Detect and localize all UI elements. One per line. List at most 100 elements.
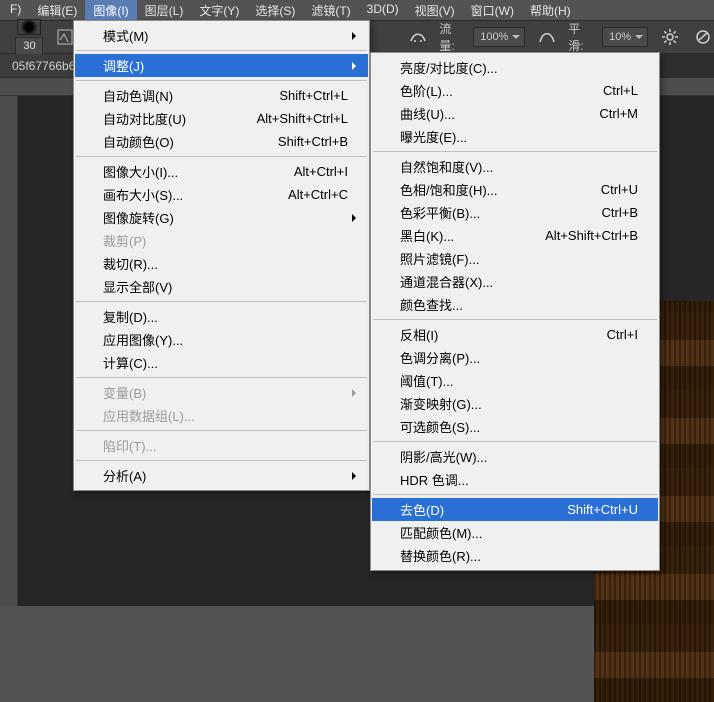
brush-preview[interactable]: [17, 19, 41, 35]
adjust-menu-item-16[interactable]: 渐变映射(G)...: [372, 392, 658, 415]
menu-item-label: 去色(D): [400, 500, 543, 519]
image-menu-separator: [76, 460, 367, 461]
image-menu-item-4[interactable]: 自动色调(N)Shift+Ctrl+L: [75, 84, 368, 107]
adjust-menu-item-0[interactable]: 亮度/对比度(C)...: [372, 56, 658, 79]
menu-select[interactable]: 选择(S): [247, 0, 303, 20]
menu-item-shortcut: Ctrl+U: [601, 182, 638, 197]
adjust-menu-item-15[interactable]: 阈值(T)...: [372, 369, 658, 392]
image-menu-separator: [76, 377, 367, 378]
menu-item-shortcut: Ctrl+I: [607, 327, 638, 342]
menu-window[interactable]: 窗口(W): [463, 0, 522, 20]
adjust-menu-item-17[interactable]: 可选颜色(S)...: [372, 415, 658, 438]
adjust-menu-item-22[interactable]: 去色(D) Shift+Ctrl+U: [372, 498, 658, 521]
menu-item-label: 色相/饱和度(H)...: [400, 180, 577, 199]
menu-item-label: 渐变映射(G)...: [400, 394, 638, 413]
adjust-menu-separator: [373, 441, 657, 442]
adjust-menu-item-19[interactable]: 阴影/高光(W)...: [372, 445, 658, 468]
menu-file[interactable]: F): [2, 0, 29, 20]
menu-item-shortcut: Ctrl+B: [602, 205, 638, 220]
image-menu-item-0[interactable]: 模式(M): [75, 24, 368, 47]
adjust-menu-item-3[interactable]: 曝光度(E)...: [372, 125, 658, 148]
image-menu-item-11: 裁剪(P): [75, 229, 368, 252]
menu-layer[interactable]: 图层(L): [137, 0, 192, 20]
menu-item-shortcut: Shift+Ctrl+U: [567, 502, 638, 517]
menu-view[interactable]: 视图(V): [407, 0, 463, 20]
menu-image[interactable]: 图像(I): [85, 0, 136, 20]
menu-item-label: 阴影/高光(W)...: [400, 447, 638, 466]
smooth-dropdown[interactable]: 10%: [602, 27, 648, 47]
brush-size-value[interactable]: 30: [15, 37, 43, 55]
adjust-menu-item-20[interactable]: HDR 色调...: [372, 468, 658, 491]
pressure-opacity-icon[interactable]: [535, 26, 558, 48]
adjust-menu-item-10[interactable]: 通道混合器(X)...: [372, 270, 658, 293]
menu-item-label: 自动对比度(U): [103, 109, 233, 128]
menu-item-label: 计算(C)...: [103, 353, 348, 372]
adjust-menu-item-6[interactable]: 色相/饱和度(H)... Ctrl+U: [372, 178, 658, 201]
adjust-menu-item-8[interactable]: 黑白(K)... Alt+Shift+Ctrl+B: [372, 224, 658, 247]
menu-item-label: 色调分离(P)...: [400, 348, 638, 367]
image-menu-item-16[interactable]: 应用图像(Y)...: [75, 328, 368, 351]
menu-item-label: 匹配颜色(M)...: [400, 523, 638, 542]
image-menu-item-20: 应用数据组(L)...: [75, 404, 368, 427]
menu-filter[interactable]: 滤镜(T): [303, 0, 358, 20]
image-menu-separator: [76, 156, 367, 157]
document-image: [594, 551, 714, 702]
adjust-menu-separator: [373, 151, 657, 152]
menu-item-label: 裁切(R)...: [103, 254, 348, 273]
menu-item-label: 黑白(K)...: [400, 226, 521, 245]
adjust-menu-item-1[interactable]: 色阶(L)...Ctrl+L: [372, 79, 658, 102]
image-menu-item-6[interactable]: 自动颜色(O)Shift+Ctrl+B: [75, 130, 368, 153]
adjust-menu-item-24[interactable]: 替换颜色(R)...: [372, 544, 658, 567]
adjust-menu-item-23[interactable]: 匹配颜色(M)...: [372, 521, 658, 544]
image-menu-item-24[interactable]: 分析(A): [75, 464, 368, 487]
menu-item-label: 色彩平衡(B)...: [400, 203, 578, 222]
menu-item-label: 通道混合器(X)...: [400, 272, 638, 291]
airbrush-icon[interactable]: [406, 26, 429, 48]
menu-item-shortcut: Alt+Shift+Ctrl+L: [257, 111, 348, 126]
menu-item-label: 自动色调(N): [103, 86, 255, 105]
adjust-menu-separator: [373, 319, 657, 320]
menu-item-label: 调整(J): [103, 56, 348, 75]
gear-icon[interactable]: [658, 26, 681, 48]
flow-dropdown[interactable]: 100%: [473, 27, 525, 47]
menu-type[interactable]: 文字(Y): [191, 0, 247, 20]
menu-item-label: 可选颜色(S)...: [400, 417, 638, 436]
flow-label: 流量:: [439, 20, 463, 54]
menu-edit[interactable]: 编辑(E): [29, 0, 85, 20]
menu-3d[interactable]: 3D(D): [359, 0, 407, 20]
image-menu-item-8[interactable]: 图像大小(I)...Alt+Ctrl+I: [75, 160, 368, 183]
adjust-menu-item-9[interactable]: 照片滤镜(F)...: [372, 247, 658, 270]
menubar: F) 编辑(E) 图像(I) 图层(L) 文字(Y) 选择(S) 滤镜(T) 3…: [0, 0, 714, 20]
adjust-menu-item-11[interactable]: 颜色查找...: [372, 293, 658, 316]
adjust-menu-item-14[interactable]: 色调分离(P)...: [372, 346, 658, 369]
image-menu-item-2[interactable]: 调整(J): [75, 54, 368, 77]
menu-item-label: HDR 色调...: [400, 470, 638, 489]
menu-item-label: 曝光度(E)...: [400, 127, 638, 146]
image-menu-item-12[interactable]: 裁切(R)...: [75, 252, 368, 275]
menu-item-label: 复制(D)...: [103, 307, 348, 326]
menu-item-label: 陷印(T)...: [103, 436, 348, 455]
menu-item-shortcut: Alt+Ctrl+C: [288, 187, 348, 202]
image-menu-separator: [76, 430, 367, 431]
menu-item-label: 自然饱和度(V)...: [400, 157, 638, 176]
image-menu-item-5[interactable]: 自动对比度(U) Alt+Shift+Ctrl+L: [75, 107, 368, 130]
adjust-menu-item-13[interactable]: 反相(I) Ctrl+I: [372, 323, 658, 346]
pressure-size-icon[interactable]: [691, 26, 714, 48]
menu-item-shortcut: Alt+Shift+Ctrl+B: [545, 228, 638, 243]
image-menu-separator: [76, 80, 367, 81]
smooth-label: 平滑:: [568, 20, 592, 54]
menu-item-label: 反相(I): [400, 325, 583, 344]
adjust-menu-item-2[interactable]: 曲线(U)...Ctrl+M: [372, 102, 658, 125]
menu-item-shortcut: Ctrl+M: [599, 106, 638, 121]
image-menu-item-15[interactable]: 复制(D)...: [75, 305, 368, 328]
adjust-menu-item-5[interactable]: 自然饱和度(V)...: [372, 155, 658, 178]
menu-item-label: 图像大小(I)...: [103, 162, 270, 181]
menu-help[interactable]: 帮助(H): [522, 0, 579, 20]
image-menu-item-10[interactable]: 图像旋转(G): [75, 206, 368, 229]
adjust-menu-item-7[interactable]: 色彩平衡(B)... Ctrl+B: [372, 201, 658, 224]
image-menu-item-13[interactable]: 显示全部(V): [75, 275, 368, 298]
image-menu-item-9[interactable]: 画布大小(S)...Alt+Ctrl+C: [75, 183, 368, 206]
image-menu-separator: [76, 301, 367, 302]
image-menu-item-17[interactable]: 计算(C)...: [75, 351, 368, 374]
menu-image-dropdown: 模式(M) 调整(J) 自动色调(N)Shift+Ctrl+L 自动对比度(U) Alt…: [73, 20, 370, 491]
